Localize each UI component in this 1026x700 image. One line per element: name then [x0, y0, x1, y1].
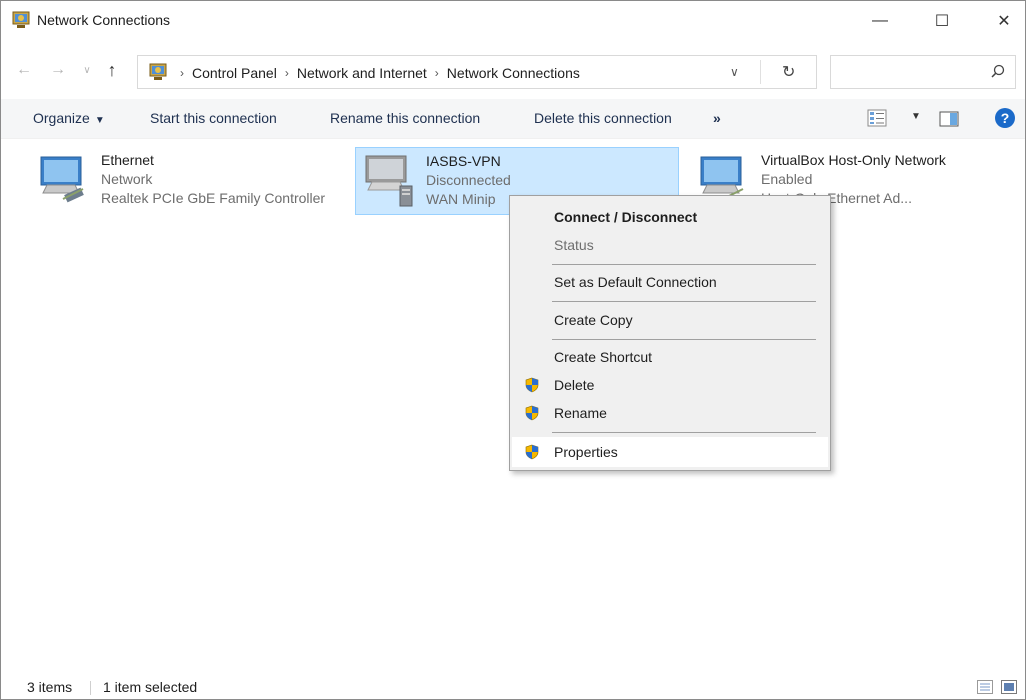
breadcrumb-control-panel[interactable]: Control Panel: [192, 65, 277, 81]
item-count: 3 items: [27, 679, 73, 695]
menu-item-status: Status: [512, 232, 828, 258]
minimize-button[interactable]: —: [857, 1, 903, 41]
connection-name: Ethernet: [101, 152, 154, 168]
network-connections-icon: [12, 11, 30, 28]
uac-shield-icon: [525, 377, 539, 393]
connection-device: WAN Minip: [426, 191, 496, 207]
connection-status: Enabled: [761, 171, 813, 187]
forward-arrow-icon: →: [50, 61, 66, 78]
search-input[interactable]: [830, 55, 1016, 89]
connection-name: IASBS-VPN: [426, 153, 501, 169]
command-bar: Organize ▼ Start this connection Rename t…: [1, 99, 1025, 139]
menu-item-connect-disconnect[interactable]: Connect / Disconnect: [512, 204, 828, 230]
rename-connection-button[interactable]: Rename this connection: [330, 110, 480, 126]
connection-status: Network: [101, 171, 153, 187]
menu-item-label: Properties: [554, 444, 618, 460]
uac-shield-icon: [525, 405, 539, 421]
context-menu: Connect / Disconnect Status Set as Defau…: [509, 195, 831, 471]
address-bar[interactable]: › Control Panel › Network and Internet ›…: [137, 55, 817, 89]
maximize-icon: ☐: [934, 13, 950, 30]
close-button[interactable]: ✕: [981, 1, 1026, 41]
menu-item-create-copy[interactable]: Create Copy: [512, 307, 828, 333]
preview-pane-icon[interactable]: [939, 111, 959, 127]
recent-locations-button[interactable]: ∨: [79, 59, 95, 81]
network-connections-window: Network Connections — ☐ ✕ ← → ∨ ↑ › Cont…: [0, 0, 1026, 700]
selection-count: 1 item selected: [103, 679, 198, 695]
connection-text: IASBS-VPN Disconnected WAN Minip: [426, 152, 511, 209]
title-bar: Network Connections — ☐ ✕: [1, 1, 1025, 41]
address-row: ← → ∨ ↑ › Control Panel › Network and In…: [1, 53, 1025, 89]
view-options-caret-icon[interactable]: ▼: [911, 111, 921, 122]
help-icon[interactable]: ?: [995, 108, 1015, 128]
back-arrow-icon: ←: [16, 61, 32, 78]
menu-item-rename[interactable]: Rename: [512, 400, 828, 426]
large-icons-view-icon[interactable]: [1001, 680, 1017, 694]
status-divider: [90, 681, 91, 695]
details-view-icon[interactable]: [977, 680, 993, 694]
menu-item-label: Status: [554, 237, 594, 253]
breadcrumb: › Control Panel › Network and Internet ›…: [172, 65, 580, 81]
caret-down-icon: ▼: [94, 115, 105, 126]
window-title: Network Connections: [37, 12, 171, 28]
menu-item-label: Create Shortcut: [554, 349, 653, 365]
menu-item-properties[interactable]: Properties: [512, 437, 828, 467]
breadcrumb-network-and-internet[interactable]: Network and Internet: [297, 65, 427, 81]
address-divider: [760, 60, 761, 84]
menu-item-label: Connect / Disconnect: [554, 209, 698, 225]
refresh-icon[interactable]: ↻: [782, 62, 795, 82]
uac-shield-icon: [525, 444, 539, 460]
start-connection-button[interactable]: Start this connection: [150, 110, 277, 126]
menu-separator: [552, 301, 816, 302]
forward-button[interactable]: →: [47, 59, 69, 81]
menu-item-label: Delete: [554, 377, 595, 393]
minimize-icon: —: [872, 12, 888, 29]
breadcrumb-separator: ›: [180, 66, 184, 80]
breadcrumb-separator: ›: [284, 66, 289, 80]
back-button[interactable]: ←: [13, 59, 35, 81]
menu-item-label: Set as Default Connection: [554, 274, 717, 290]
chevron-down-icon: ∨: [83, 64, 91, 76]
organize-label: Organize: [33, 110, 90, 126]
breadcrumb-separator: ›: [434, 66, 439, 80]
menu-item-label: Create Copy: [554, 312, 633, 328]
maximize-button[interactable]: ☐: [919, 1, 965, 41]
menu-item-create-shortcut[interactable]: Create Shortcut: [512, 344, 828, 370]
connection-name: VirtualBox Host-Only Network: [761, 152, 946, 168]
menu-separator: [552, 264, 816, 265]
address-history-dropdown[interactable]: ∨: [730, 65, 739, 79]
more-commands-button[interactable]: »: [713, 110, 721, 126]
menu-separator: [552, 339, 816, 340]
search-icon: [991, 64, 1005, 78]
organize-menu-button[interactable]: Organize ▼: [33, 110, 105, 126]
menu-item-set-default[interactable]: Set as Default Connection: [512, 269, 828, 295]
status-bar: 3 items 1 item selected: [1, 675, 1025, 699]
ethernet-adapter-icon: [40, 156, 84, 203]
connection-device: Realtek PCIe GbE Family Controller: [101, 190, 326, 206]
menu-item-label: Rename: [554, 405, 607, 421]
connection-text: Ethernet Network Realtek PCIe GbE Family…: [101, 151, 325, 208]
change-view-icon[interactable]: [867, 109, 887, 127]
connection-status: Disconnected: [426, 172, 511, 188]
delete-connection-button[interactable]: Delete this connection: [534, 110, 672, 126]
up-arrow-icon: ↑: [107, 59, 117, 80]
menu-separator: [552, 432, 816, 433]
menu-item-delete[interactable]: Delete: [512, 372, 828, 398]
breadcrumb-network-connections[interactable]: Network Connections: [447, 65, 580, 81]
control-panel-icon: [149, 63, 167, 80]
close-icon: ✕: [997, 13, 1011, 30]
vpn-adapter-icon: [365, 155, 413, 207]
connection-item-ethernet[interactable]: Ethernet Network Realtek PCIe GbE Family…: [31, 147, 341, 215]
up-button[interactable]: ↑: [101, 59, 123, 81]
